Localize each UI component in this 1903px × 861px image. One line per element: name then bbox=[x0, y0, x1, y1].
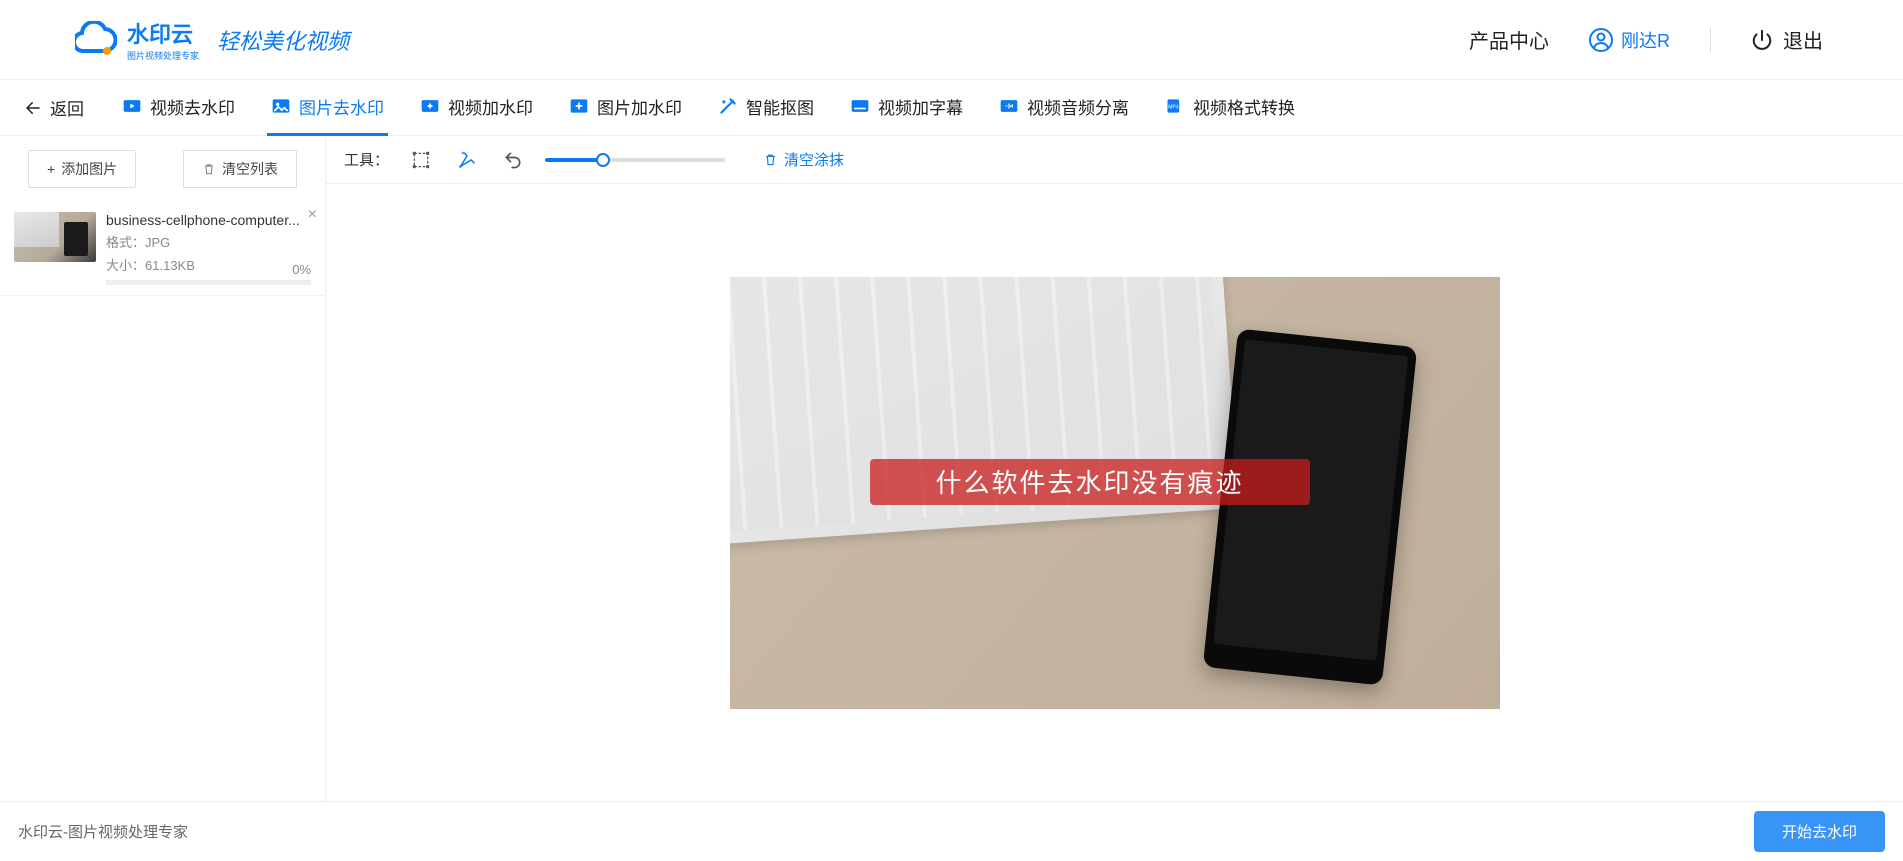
logo-area: 水印云 图片视频处理专家 轻松美化视频 bbox=[75, 17, 349, 62]
tool-label: 工具： bbox=[344, 149, 389, 170]
footer-text: 水印云-图片视频处理专家 bbox=[18, 821, 188, 842]
remove-file-button[interactable]: × bbox=[308, 206, 317, 224]
logo-text: 水印云 图片视频处理专家 bbox=[127, 17, 199, 62]
select-rect-tool[interactable] bbox=[407, 146, 435, 174]
product-center-link[interactable]: 产品中心 bbox=[1469, 25, 1549, 54]
tab-audio-separate[interactable]: 视频音频分离 bbox=[995, 80, 1133, 136]
trash-icon bbox=[202, 162, 216, 176]
add-image-label: 添加图片 bbox=[61, 159, 117, 179]
slider-thumb[interactable] bbox=[596, 153, 610, 167]
brand-subtitle: 图片视频处理专家 bbox=[127, 49, 199, 62]
content-area: + 添加图片 清空列表 × business-cellphone-compute… bbox=[0, 136, 1903, 801]
tab-video-add-wm[interactable]: 视频加水印 bbox=[416, 80, 537, 136]
slider-fill bbox=[545, 158, 603, 162]
app-header: 水印云 图片视频处理专家 轻松美化视频 产品中心 刚达R 退出 bbox=[0, 0, 1903, 80]
video-plus-icon bbox=[420, 96, 440, 116]
tab-label: 视频加字幕 bbox=[878, 94, 963, 119]
file-thumbnail bbox=[14, 212, 96, 262]
back-button[interactable]: 返回 bbox=[18, 95, 90, 120]
format-icon: MP4 bbox=[1165, 96, 1185, 116]
clear-list-button[interactable]: 清空列表 bbox=[183, 150, 297, 188]
watermark-selection[interactable]: 什么软件去水印没有痕迹 bbox=[870, 459, 1310, 505]
user-account[interactable]: 刚达R bbox=[1589, 27, 1670, 53]
tab-label: 视频音频分离 bbox=[1027, 94, 1129, 119]
progress-percent: 0% bbox=[292, 262, 311, 277]
watermark-text: 什么软件去水印没有痕迹 bbox=[935, 463, 1243, 500]
undo-tool[interactable] bbox=[499, 146, 527, 174]
tab-smart-cutout[interactable]: 智能抠图 bbox=[714, 80, 818, 136]
start-remove-button[interactable]: 开始去水印 bbox=[1754, 811, 1885, 852]
tab-label: 视频去水印 bbox=[150, 94, 235, 119]
keyboard-graphic bbox=[730, 277, 1239, 545]
sidebar: + 添加图片 清空列表 × business-cellphone-compute… bbox=[0, 136, 326, 801]
phone-graphic bbox=[1202, 328, 1417, 685]
clear-list-label: 清空列表 bbox=[222, 159, 278, 179]
tab-video-format[interactable]: MP4 视频格式转换 bbox=[1161, 80, 1299, 136]
header-right: 产品中心 刚达R 退出 bbox=[1469, 25, 1823, 54]
tab-bar: 返回 视频去水印 图片去水印 视频加水印 图片加水印 智能抠图 视频加字幕 视频… bbox=[0, 80, 1903, 136]
svg-text:MP4: MP4 bbox=[1168, 105, 1179, 111]
audio-icon bbox=[999, 96, 1019, 116]
tab-label: 视频加水印 bbox=[448, 94, 533, 119]
file-progress: 0% bbox=[106, 280, 311, 285]
arrow-left-icon bbox=[24, 99, 42, 117]
footer-bar: 水印云-图片视频处理专家 开始去水印 bbox=[0, 801, 1903, 861]
file-info: business-cellphone-computer... 格式：JPG 大小… bbox=[106, 212, 311, 285]
clear-smear-button[interactable]: 清空涂抹 bbox=[763, 149, 844, 170]
logo-icon bbox=[75, 21, 117, 59]
username-label: 刚达R bbox=[1621, 27, 1670, 53]
tab-video-remove-wm[interactable]: 视频去水印 bbox=[118, 80, 239, 136]
brush-tool[interactable] bbox=[453, 146, 481, 174]
sidebar-actions: + 添加图片 清空列表 bbox=[0, 136, 325, 202]
tab-label: 图片去水印 bbox=[299, 94, 384, 119]
user-icon bbox=[1589, 28, 1613, 52]
tab-video-subtitle[interactable]: 视频加字幕 bbox=[846, 80, 967, 136]
exit-label: 退出 bbox=[1783, 25, 1823, 54]
wand-icon bbox=[718, 96, 738, 116]
video-icon bbox=[122, 96, 142, 116]
tab-image-add-wm[interactable]: 图片加水印 bbox=[565, 80, 686, 136]
add-image-button[interactable]: + 添加图片 bbox=[28, 150, 136, 188]
file-list-item[interactable]: × business-cellphone-computer... 格式：JPG … bbox=[0, 202, 325, 296]
clear-smear-label: 清空涂抹 bbox=[784, 149, 844, 170]
brand-slogan: 轻松美化视频 bbox=[217, 24, 349, 56]
main-panel: 工具： 清空涂抹 什么软件去 bbox=[326, 136, 1903, 801]
brand-title: 水印云 bbox=[127, 17, 199, 49]
canvas-image[interactable]: 什么软件去水印没有痕迹 bbox=[730, 277, 1500, 709]
subtitle-icon bbox=[850, 96, 870, 116]
file-name: business-cellphone-computer... bbox=[106, 212, 306, 228]
tab-label: 智能抠图 bbox=[746, 94, 814, 119]
tab-image-remove-wm[interactable]: 图片去水印 bbox=[267, 80, 388, 136]
file-format: 格式：JPG bbox=[106, 232, 311, 251]
image-plus-icon bbox=[569, 96, 589, 116]
brush-size-slider[interactable] bbox=[545, 158, 725, 162]
header-divider bbox=[1710, 28, 1711, 52]
back-label: 返回 bbox=[50, 95, 84, 120]
canvas-area: 什么软件去水印没有痕迹 bbox=[326, 184, 1903, 801]
tab-label: 图片加水印 bbox=[597, 94, 682, 119]
editor-toolbar: 工具： 清空涂抹 bbox=[326, 136, 1903, 184]
tab-label: 视频格式转换 bbox=[1193, 94, 1295, 119]
plus-icon: + bbox=[47, 161, 55, 177]
exit-button[interactable]: 退出 bbox=[1751, 25, 1823, 54]
file-size: 大小：61.13KB bbox=[106, 255, 311, 274]
image-icon bbox=[271, 96, 291, 116]
power-icon bbox=[1751, 29, 1773, 51]
trash-icon bbox=[763, 152, 778, 167]
